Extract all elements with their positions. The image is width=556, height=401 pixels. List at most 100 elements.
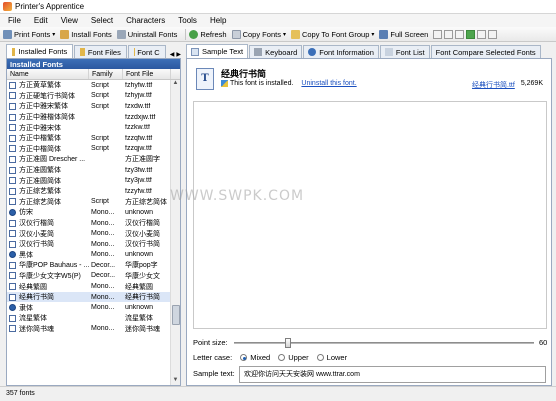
table-row[interactable]: 方正中雅宋体 fzzkw.ttf bbox=[7, 122, 171, 133]
toolbar-separator bbox=[185, 28, 187, 40]
scroll-up-icon[interactable]: ▲ bbox=[171, 80, 180, 89]
tab-font-information[interactable]: Font Information bbox=[303, 45, 379, 58]
scroll-down-icon[interactable]: ▼ bbox=[171, 377, 180, 385]
table-row[interactable]: 迷你简书魂 Mono... 迷你简书魂 bbox=[7, 324, 171, 335]
copy-to-font-group-button[interactable]: Copy To Font Group ▾ bbox=[290, 29, 374, 39]
checkbox-toggle-4[interactable] bbox=[466, 29, 476, 39]
chevron-down-icon[interactable]: ▾ bbox=[371, 31, 374, 38]
checkbox-toggle-3[interactable] bbox=[455, 29, 465, 39]
font-type-icon bbox=[9, 251, 16, 259]
copy-fonts-button[interactable]: Copy Fonts ▾ bbox=[231, 29, 286, 39]
refresh-button[interactable]: Refresh bbox=[189, 29, 227, 39]
chevron-down-icon[interactable]: ▾ bbox=[283, 31, 286, 38]
radio-dot[interactable] bbox=[278, 354, 286, 361]
table-row[interactable]: 方正准圆 Drescher ... 方正准圆字 bbox=[7, 154, 171, 165]
slider-thumb[interactable] bbox=[285, 338, 291, 348]
font-file-cell: fzhyfw.ttf bbox=[125, 81, 153, 89]
print-fonts-button[interactable]: Print Fonts ▾ bbox=[3, 29, 55, 39]
table-row[interactable]: 方正综艺繁体 fzzyfw.ttf bbox=[7, 186, 171, 197]
font-family-cell: Mono... bbox=[91, 208, 115, 216]
chevron-down-icon[interactable]: ▾ bbox=[52, 31, 55, 38]
tab-font-files[interactable]: Font Files bbox=[74, 45, 127, 58]
install-status: This font is installed. Uninstall this f… bbox=[221, 80, 357, 87]
font-type-icon bbox=[9, 113, 16, 121]
table-row[interactable]: 方正综艺简体 Script 方正综艺简体 bbox=[7, 197, 171, 208]
font-name-cell: 方正准圆繁体 bbox=[7, 165, 89, 175]
font-name-text: 汉仪行楷简 bbox=[19, 220, 54, 228]
font-file-cell: 汉仪小麦简 bbox=[125, 230, 160, 238]
vertical-scrollbar[interactable]: ▲ ▼ bbox=[170, 80, 180, 385]
tab-font-c[interactable]: Font C bbox=[127, 45, 166, 58]
table-row[interactable]: 华康POP Bauhaus - ... Decor... 华康pop字 bbox=[7, 260, 171, 271]
menu-characters[interactable]: Characters bbox=[126, 16, 165, 25]
font-file-link[interactable]: 经典行书简.ttf bbox=[472, 80, 515, 90]
tab-scroll-right-icon[interactable]: ▶ bbox=[176, 51, 181, 58]
table-row[interactable]: 方正准圆繁体 fzy3fw.ttf bbox=[7, 165, 171, 176]
uninstall-link[interactable]: Uninstall this font. bbox=[301, 80, 356, 87]
column-family[interactable]: Family bbox=[89, 69, 123, 79]
font-file-cell: fzy3jw.ttf bbox=[125, 177, 152, 185]
table-row[interactable]: 经典繁圆 Mono... 经典繁圆 bbox=[7, 281, 171, 292]
checkbox-toggle-5[interactable] bbox=[477, 29, 487, 39]
font-family-cell: Script bbox=[91, 198, 109, 206]
table-row[interactable]: 隶体 Mono... unknown bbox=[7, 302, 171, 313]
menu-select[interactable]: Select bbox=[91, 16, 113, 25]
menu-edit[interactable]: Edit bbox=[34, 16, 48, 25]
radio-upper[interactable]: Upper bbox=[278, 353, 309, 362]
column-font-file[interactable]: Font File bbox=[123, 69, 171, 79]
tab-scroll-left-icon[interactable]: ◀ bbox=[170, 51, 175, 58]
column-name[interactable]: Name bbox=[7, 69, 89, 79]
table-row[interactable]: 汉仪行书简 Mono... 汉仪行书简 bbox=[7, 239, 171, 250]
table-row[interactable]: 仿宋 Mono... unknown bbox=[7, 207, 171, 218]
menu-view[interactable]: View bbox=[61, 16, 78, 25]
tab-installed-fonts[interactable]: Installed Fonts bbox=[6, 44, 74, 58]
table-row[interactable]: 方正中楷繁体 Script fzzqfw.ttf bbox=[7, 133, 171, 144]
radio-lower[interactable]: Lower bbox=[316, 353, 347, 362]
font-file-cell: 方正综艺简体 bbox=[125, 198, 167, 206]
table-row[interactable]: 方正黄草繁体 Script fzhyfw.ttf bbox=[7, 80, 171, 91]
font-name-text: 经典繁圆 bbox=[19, 283, 47, 291]
font-file-cell: 流星繁体 bbox=[125, 315, 153, 323]
radio-dot[interactable] bbox=[316, 354, 324, 361]
uninstall-fonts-button[interactable]: Uninstall Fonts bbox=[116, 29, 177, 39]
point-size-value: 60 bbox=[539, 338, 548, 347]
tab-font-files-label: Font Files bbox=[87, 47, 121, 57]
checkbox-toggle-1[interactable] bbox=[433, 29, 443, 39]
table-row[interactable]: 方正准圆简体 fzy3jw.ttf bbox=[7, 175, 171, 186]
sample-text-input[interactable]: 欢迎你访问天天安装网 www.ttrar.com bbox=[239, 366, 546, 383]
tab-keyboard[interactable]: Keyboard bbox=[249, 45, 303, 58]
tab-compare-fonts[interactable]: Font Compare Selected Fonts bbox=[430, 45, 541, 58]
font-file-cell: 华康pop字 bbox=[125, 262, 158, 270]
font-file-cell: 迷你简书魂 bbox=[125, 325, 160, 333]
table-row[interactable]: 经典行书简 Mono... 经典行书简 bbox=[7, 291, 171, 303]
table-row[interactable]: 方正硬笔行书简体 Script fzhyjw.ttf bbox=[7, 91, 171, 102]
checkbox-toggle-6[interactable] bbox=[488, 29, 498, 39]
tab-sample-text[interactable]: Sample Text bbox=[186, 44, 249, 58]
font-type-icon bbox=[9, 293, 16, 301]
table-row[interactable]: 华康少女文字W5(P) Decor... 华康少女文 bbox=[7, 271, 171, 282]
menu-file[interactable]: File bbox=[8, 16, 21, 25]
sample-text-icon bbox=[191, 47, 199, 56]
font-name-cell: 方正中雅楷体简体 bbox=[7, 112, 89, 122]
table-row[interactable]: 流星繁体 流星繁体 bbox=[7, 313, 171, 324]
checkbox-toggle-2[interactable] bbox=[444, 29, 454, 39]
table-row[interactable]: 汉仪行楷简 Mono... 汉仪行楷简 bbox=[7, 218, 171, 229]
truetype-icon: T bbox=[196, 68, 214, 90]
point-size-slider[interactable] bbox=[234, 338, 534, 348]
scroll-thumb[interactable] bbox=[172, 305, 180, 325]
table-row[interactable]: 方正中雅楷体简体 fzzdxjw.ttf bbox=[7, 112, 171, 123]
table-row[interactable]: 汉仪小麦简 Mono... 汉仪小麦简 bbox=[7, 228, 171, 239]
font-file-cell: 方正准圆字 bbox=[125, 156, 160, 164]
font-file-cell: fzy3fw.ttf bbox=[125, 166, 153, 174]
menu-help[interactable]: Help bbox=[210, 16, 226, 25]
table-row[interactable]: 方正中雅宋繁体 Script fzxdw.ttf bbox=[7, 101, 171, 112]
font-name-text: 华康POP Bauhaus - ... bbox=[19, 262, 89, 270]
radio-mixed[interactable]: Mixed bbox=[240, 353, 270, 362]
table-row[interactable]: 黑体 Mono... unknown bbox=[7, 250, 171, 261]
install-fonts-button[interactable]: Install Fonts bbox=[60, 29, 112, 39]
radio-dot[interactable] bbox=[240, 354, 248, 361]
menu-tools[interactable]: Tools bbox=[178, 16, 197, 25]
tab-font-list[interactable]: Font List bbox=[379, 45, 430, 58]
full-screen-button[interactable]: Full Screen bbox=[379, 29, 428, 39]
table-row[interactable]: 方正中楷简体 Script fzzqjw.ttf bbox=[7, 144, 171, 155]
